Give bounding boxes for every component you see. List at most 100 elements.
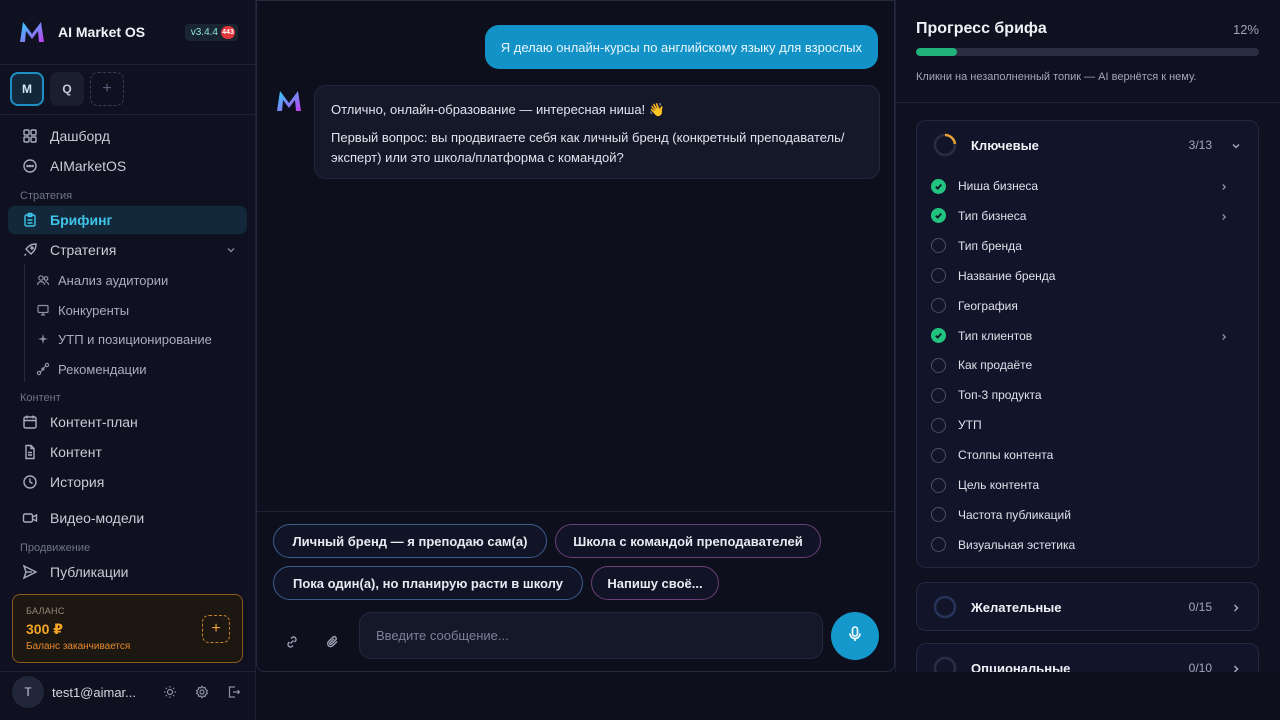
empty-circle-icon [931,537,946,553]
balance-label: БАЛАНС [26,606,65,616]
submenu-guide [24,264,25,382]
topic-label: Название бренда [958,268,1056,283]
topic-item[interactable]: Столпы контента [931,444,1243,466]
app-root: AI Market OS v3.4.4 443 M Q + Дашборд AIM… [0,0,1280,720]
empty-circle-icon [931,298,946,314]
topic-group-count: 0/10 [1188,661,1212,672]
topic-group-optional[interactable]: Опциональные 0/10 [916,643,1259,672]
sidebar-item-content[interactable]: Контент [8,438,247,466]
microphone-button[interactable] [831,612,879,660]
chevron-right-icon [1219,181,1229,195]
topic-label: Топ-3 продукта [958,388,1042,403]
chevron-right-icon [1230,662,1242,672]
sidebar-item-label: Дашборд [50,128,110,144]
route-icon [36,362,50,376]
chevron-down-icon [1230,139,1242,157]
progress-percent: 12% [1232,22,1259,37]
brand[interactable]: AI Market OS v3.4.4 443 [16,16,240,48]
message-input[interactable] [360,613,822,658]
topic-item[interactable]: Визуальная эстетика [931,534,1243,556]
bot-avatar-icon [273,85,305,117]
empty-circle-icon [931,507,946,523]
avatar[interactable]: T [12,676,44,708]
sidebar-item-aimarketos[interactable]: AIMarketOS [8,152,247,180]
sidebar-item-strategy[interactable]: Стратегия [8,236,247,264]
sidebar-item-content-plan[interactable]: Контент-план [8,408,247,436]
topic-group-header[interactable]: Ключевые 3/13 [933,133,1242,157]
bot-message-line: Отлично, онлайн-образование — интересная… [331,102,665,117]
sidebar-item-label: AIMarketOS [50,158,127,174]
topic-item[interactable]: Тип бизнеса [931,205,1243,227]
sidebar-item-label: Стратегия [50,242,117,258]
topic-item[interactable]: Цель контента [931,474,1243,496]
link-icon[interactable] [283,633,301,651]
top-up-button[interactable]: + [202,615,230,643]
video-camera-icon [22,510,38,526]
topic-item[interactable]: Ниша бизнеса [931,175,1243,197]
topic-group-desirable[interactable]: Желательные 0/15 [916,582,1259,631]
calendar-icon [22,414,38,430]
sidebar-subitem-audience[interactable]: Анализ аудитории [36,268,168,292]
theme-toggle-icon[interactable] [162,684,178,700]
progress-ring-icon [933,656,957,672]
empty-circle-icon [931,238,946,254]
topic-item[interactable]: Топ-3 продукта [931,384,1243,406]
topic-group-header[interactable]: Опциональные 0/10 [933,656,1242,672]
topic-group-count: 3/13 [1188,138,1212,152]
sidebar-subitem-usp[interactable]: УТП и позиционирование [36,327,212,351]
sidebar-item-briefing[interactable]: Брифинг [8,206,247,234]
add-workspace-button[interactable]: + [90,72,124,106]
chevron-down-icon [225,243,237,259]
topic-item[interactable]: Как продаёте [931,354,1243,376]
quick-reply-chip[interactable]: Школа с командой преподавателей [555,524,821,558]
topic-group-header[interactable]: Желательные 0/15 [933,595,1242,619]
topic-group-name: Ключевые [971,137,1039,153]
bot-message-line: Первый вопрос: вы продвигаете себя как л… [331,130,845,165]
logout-icon[interactable] [226,684,242,700]
empty-circle-icon [931,447,946,463]
sidebar-subitem-recommendations[interactable]: Рекомендации [36,357,147,381]
monitor-icon [36,303,50,317]
workspace-q[interactable]: Q [50,72,84,106]
topic-group-name: Желательные [971,599,1062,615]
divider [0,64,255,65]
topic-item[interactable]: Частота публикаций [931,504,1243,526]
topic-item[interactable]: География [931,295,1243,317]
topic-label: Как продаёте [958,358,1033,373]
rocket-icon [22,242,38,258]
quick-reply-chip[interactable]: Пока один(а), но планирую расти в школу [273,566,583,600]
sidebar-subitem-competitors[interactable]: Конкуренты [36,298,129,322]
divider [0,114,255,115]
topic-group-key: Ключевые 3/13 Ниша бизнеса Тип бизнеса Тип… [916,120,1259,568]
sidebar-item-video-models[interactable]: Видео-модели [8,504,247,532]
sidebar-item-publications[interactable]: Публикации [8,558,247,586]
topic-label: Ниша бизнеса [958,179,1039,193]
topic-item[interactable]: Тип бренда [931,235,1243,257]
balance-amount: 300 ₽ [26,621,63,637]
topic-item[interactable]: Тип клиентов [931,325,1243,347]
workspace-m[interactable]: M [10,72,44,106]
progress-hint: Кликни на незаполненный топик — AI вернё… [916,71,1197,83]
gear-icon[interactable] [194,684,210,700]
version-badge: 443 [221,26,235,39]
sidebar-item-history[interactable]: История [8,468,247,496]
progress-bar-fill [916,48,958,56]
chevron-right-icon [1219,331,1229,345]
user-email[interactable]: test1@aimar... [52,685,152,700]
topic-item[interactable]: УТП [931,414,1243,436]
message-input-wrapper [359,612,823,659]
paperclip-icon[interactable] [324,633,342,651]
topic-label: Тип бизнеса [958,208,1027,223]
user-message: Я делаю онлайн-курсы по английскому язык… [484,25,878,69]
users-icon [36,273,50,287]
dashboard-icon [22,128,38,144]
quick-reply-chip[interactable]: Личный бренд — я преподаю сам(а) [273,524,547,558]
send-icon [22,564,38,580]
sidebar-item-dashboard[interactable]: Дашборд [8,122,247,150]
sidebar-item-label: История [50,474,105,490]
topic-item[interactable]: Название бренда [931,265,1243,287]
document-icon [22,444,38,460]
quick-reply-chip[interactable]: Напишу своё... [591,566,719,600]
sidebar-subitem-label: Конкуренты [58,302,130,318]
sidebar: AI Market OS v3.4.4 443 M Q + Дашборд AIM… [0,0,256,720]
